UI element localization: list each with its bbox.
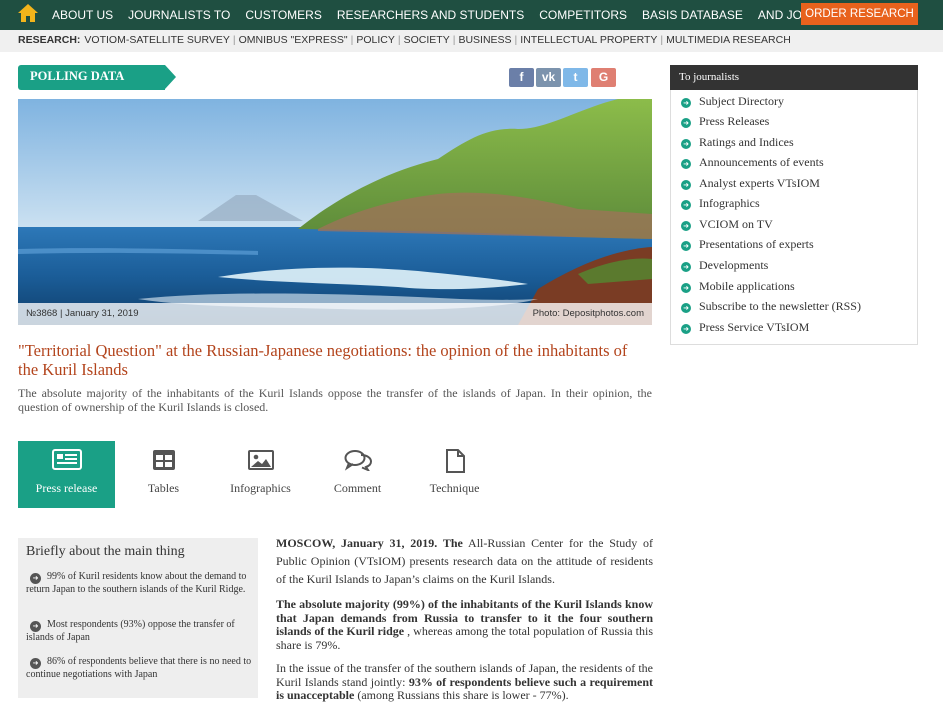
brief-item: ➜ 86% of respondents believe that there i…: [26, 656, 252, 680]
article-title: "Territorial Question" at the Russian-Ja…: [18, 341, 628, 379]
research-link-policy[interactable]: POLICY: [356, 34, 395, 46]
research-link-business[interactable]: BUSINESS: [458, 34, 511, 46]
article-paragraph: In the issue of the transfer of the sout…: [276, 661, 654, 702]
research-link-satellite[interactable]: VOTIOM-SATELLITE SURVEY: [84, 34, 229, 46]
arrow-circle-icon: ➜: [681, 303, 691, 313]
sidebar-item-vciom-tv[interactable]: ➜ VCIOM on TV: [681, 217, 773, 232]
brief-item: ➜ Most respondents (93%) oppose the trans…: [26, 619, 235, 643]
hero-caption: №3868 | January 31, 2019 Photo: Depositp…: [18, 303, 652, 325]
sidebar-item-newsletter[interactable]: ➜ Subscribe to the newsletter (RSS): [681, 299, 861, 314]
tab-infographics[interactable]: Infographics: [212, 441, 309, 508]
tab-comment[interactable]: Comment: [309, 441, 406, 508]
sidebar-item-announcements[interactable]: ➜ Announcements of events: [681, 155, 824, 170]
photo-credit: Photo: Depositphotos.com: [532, 308, 644, 319]
article-body: MOSCOW, January 31, 2019. The All-Russia…: [276, 534, 653, 703]
arrow-circle-icon: ➜: [681, 98, 691, 108]
sidebar-item-mobile-apps[interactable]: ➜ Mobile applications: [681, 279, 795, 294]
arrow-circle-icon: ➜: [30, 621, 41, 632]
article-lead: The absolute majority of the inhabitants…: [18, 386, 652, 414]
tab-label: Press release: [35, 481, 98, 495]
image-icon: [247, 450, 274, 470]
nav-about-us[interactable]: ABOUT US: [52, 8, 113, 22]
home-icon[interactable]: [17, 3, 39, 23]
arrow-circle-icon: ➜: [681, 139, 691, 149]
article-paragraph: MOSCOW, January 31, 2019. The All-Russia…: [276, 536, 653, 586]
arrow-circle-icon: ➜: [681, 159, 691, 169]
sidebar-item-infographics[interactable]: ➜ Infographics: [681, 196, 760, 211]
tab-tables[interactable]: Tables: [115, 441, 212, 508]
polling-data-text: POLLING DATA: [30, 69, 125, 83]
sidebar-heading: To journalists: [670, 65, 918, 90]
arrow-circle-icon: ➜: [681, 324, 691, 334]
research-bar: RESEARCH: VOTIOM-SATELLITE SURVEY | OMNIBUS…: [0, 30, 943, 52]
nav-competitors[interactable]: COMPETITORS: [539, 8, 627, 22]
document-icon: [445, 449, 465, 473]
arrow-circle-icon: ➜: [30, 658, 41, 669]
tab-label: Tables: [147, 481, 180, 495]
brief-summary-box: Briefly about the main thing ➜ 99% of Kur…: [18, 538, 258, 698]
brief-heading: Briefly about the main thing: [26, 544, 185, 559]
hero-image: №3868 | January 31, 2019 Photo: Depositp…: [18, 99, 652, 325]
article-paragraph: The absolute majority (99%) of the inhab…: [276, 597, 654, 652]
nav-customers[interactable]: CUSTOMERS: [245, 8, 321, 22]
research-link-ip[interactable]: INTELLECTUAL PROPERTY: [520, 34, 657, 46]
comment-icon: [344, 450, 372, 471]
sidebar-item-ratings-indices[interactable]: ➜ Ratings and Indices: [681, 135, 794, 150]
arrow-circle-icon: ➜: [681, 118, 691, 128]
research-link-omnibus[interactable]: OMNIBUS "EXPRESS": [239, 34, 348, 46]
twitter-share-button[interactable]: t: [563, 68, 588, 87]
research-label: RESEARCH:: [18, 34, 81, 46]
tab-label: Technique: [429, 481, 480, 495]
tab-press-release[interactable]: Press release: [18, 441, 115, 508]
journalists-sidebar: To journalists ➜ Subject Directory ➜ Press…: [670, 65, 918, 345]
research-link-multimedia[interactable]: MULTIMEDIA RESEARCH: [666, 34, 791, 46]
tab-label: Infographics: [230, 481, 291, 495]
tab-label: Comment: [333, 481, 382, 495]
sidebar-item-analyst-experts[interactable]: ➜ Analyst experts VTsIOM: [681, 176, 820, 191]
tab-technique[interactable]: Technique: [406, 441, 503, 508]
arrow-circle-icon: ➜: [681, 180, 691, 190]
nav-basis-database[interactable]: BASIS DATABASE: [642, 8, 743, 22]
arrow-circle-icon: ➜: [681, 200, 691, 210]
table-icon: [152, 450, 175, 470]
top-nav: ABOUT US JOURNALISTS TO CUSTOMERS RESEAR…: [0, 0, 943, 30]
sidebar-item-presentations[interactable]: ➜ Presentations of experts: [681, 237, 814, 252]
sidebar-item-press-releases[interactable]: ➜ Press Releases: [681, 114, 769, 129]
vk-share-button[interactable]: vk: [536, 68, 561, 87]
release-id-date: №3868 | January 31, 2019: [26, 308, 139, 319]
polling-data-label[interactable]: POLLING DATA: [18, 65, 176, 90]
sidebar-item-subject-directory[interactable]: ➜ Subject Directory: [681, 94, 784, 109]
arrow-circle-icon: ➜: [681, 241, 691, 251]
nav-journalists[interactable]: JOURNALISTS TO: [128, 8, 230, 22]
research-link-society[interactable]: SOCIETY: [404, 34, 450, 46]
landscape-photo: [18, 99, 652, 325]
main-menu: ABOUT US JOURNALISTS TO CUSTOMERS RESEAR…: [52, 0, 858, 30]
google-share-button[interactable]: G: [591, 68, 616, 87]
order-research-button[interactable]: ORDER RESEARCH: [801, 3, 918, 25]
facebook-share-button[interactable]: f: [509, 68, 534, 87]
brief-item: ➜ 99% of Kuril residents know about the d…: [26, 571, 247, 595]
nav-researchers-students[interactable]: RESEARCHERS AND STUDENTS: [337, 8, 524, 22]
arrow-circle-icon: ➜: [30, 573, 41, 584]
arrow-circle-icon: ➜: [681, 221, 691, 231]
sidebar-item-press-service[interactable]: ➜ Press Service VTsIOM: [681, 320, 809, 335]
arrow-circle-icon: ➜: [681, 262, 691, 272]
sidebar-item-developments[interactable]: ➜ Developments: [681, 258, 768, 273]
newspaper-icon: [51, 449, 82, 470]
arrow-circle-icon: ➜: [681, 283, 691, 293]
